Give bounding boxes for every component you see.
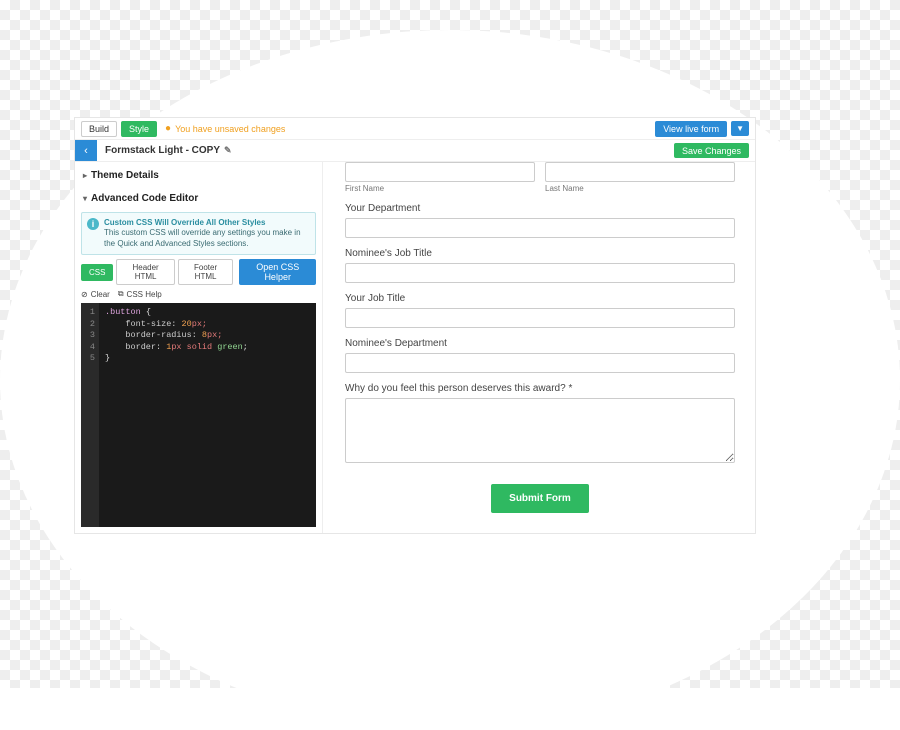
theme-details-label: Theme Details [91,170,159,181]
editor-gutter: 12345 [81,303,99,527]
tab-header-html[interactable]: Header HTML [116,259,174,285]
last-name-label: Last Name [545,184,735,193]
info-title: Custom CSS Will Override All Other Style… [104,218,309,228]
code-editor[interactable]: 12345 .button { font-size: 20px; border-… [81,303,316,527]
tab-css[interactable]: CSS [81,264,113,281]
clear-label: Clear [91,290,110,299]
nominee-job-title-label: Nominee's Job Title [345,248,735,259]
info-body: This custom CSS will override any settin… [104,228,301,247]
name-row: First Name Last Name [345,162,735,193]
submit-button[interactable]: Submit Form [491,484,589,513]
clear-link[interactable]: ⊘ Clear [81,290,110,299]
main-content: ▸ Theme Details ▾ Advanced Code Editor i… [75,162,755,533]
open-css-helper-button[interactable]: Open CSS Helper [239,259,316,285]
form-preview: First Name Last Name Your Department Nom… [323,162,755,533]
view-live-dropdown[interactable]: ▼ [731,121,749,136]
tab-footer-html[interactable]: Footer HTML [178,259,234,285]
pencil-icon[interactable]: ✎ [224,145,232,156]
tab-build[interactable]: Build [81,121,117,137]
nominee-department-input[interactable] [345,353,735,373]
advanced-editor-accordion[interactable]: ▾ Advanced Code Editor [81,189,316,208]
info-callout: i Custom CSS Will Override All Other Sty… [81,212,316,255]
top-toolbar: Build Style ● You have unsaved changes V… [75,118,755,140]
css-help-label: CSS Help [127,290,162,299]
theme-details-accordion[interactable]: ▸ Theme Details [81,166,316,185]
your-department-label: Your Department [345,203,735,214]
caret-right-icon: ▸ [83,171,87,180]
view-live-button[interactable]: View live form [655,121,727,137]
info-icon: i [87,218,99,230]
back-button[interactable]: ‹ [75,140,97,161]
your-department-input[interactable] [345,218,735,238]
theme-name-container: Formstack Light - COPY ✎ [97,140,668,161]
save-changes-button[interactable]: Save Changes [674,143,749,158]
why-label: Why do you feel this person deserves thi… [345,383,735,394]
sidebar: ▸ Theme Details ▾ Advanced Code Editor i… [75,162,323,533]
caret-down-icon: ▾ [83,194,87,203]
advanced-editor-label: Advanced Code Editor [91,193,198,204]
tab-style[interactable]: Style [121,121,157,137]
nominee-department-label: Nominee's Department [345,338,735,349]
chevron-left-icon: ‹ [84,145,88,157]
first-name-label: First Name [345,184,535,193]
why-textarea[interactable] [345,398,735,463]
link-icon: ⧉ [118,289,124,299]
app-window: Build Style ● You have unsaved changes V… [75,118,755,533]
clear-icon: ⊘ [81,290,88,299]
theme-header: ‹ Formstack Light - COPY ✎ Save Changes [75,140,755,162]
submit-wrap: Submit Form [345,484,735,513]
editor-code[interactable]: .button { font-size: 20px; border-radius… [99,303,254,527]
nominee-job-title-input[interactable] [345,263,735,283]
unsaved-warning: You have unsaved changes [175,124,285,134]
theme-name-text: Formstack Light - COPY [105,145,220,156]
helper-row: ⊘ Clear ⧉ CSS Help [81,289,316,299]
warning-icon: ● [165,123,171,134]
your-job-title-input[interactable] [345,308,735,328]
css-help-link[interactable]: ⧉ CSS Help [118,289,162,299]
code-tabs: CSS Header HTML Footer HTML Open CSS Hel… [81,259,316,285]
your-job-title-label: Your Job Title [345,293,735,304]
last-name-input[interactable] [545,162,735,182]
first-name-input[interactable] [345,162,535,182]
